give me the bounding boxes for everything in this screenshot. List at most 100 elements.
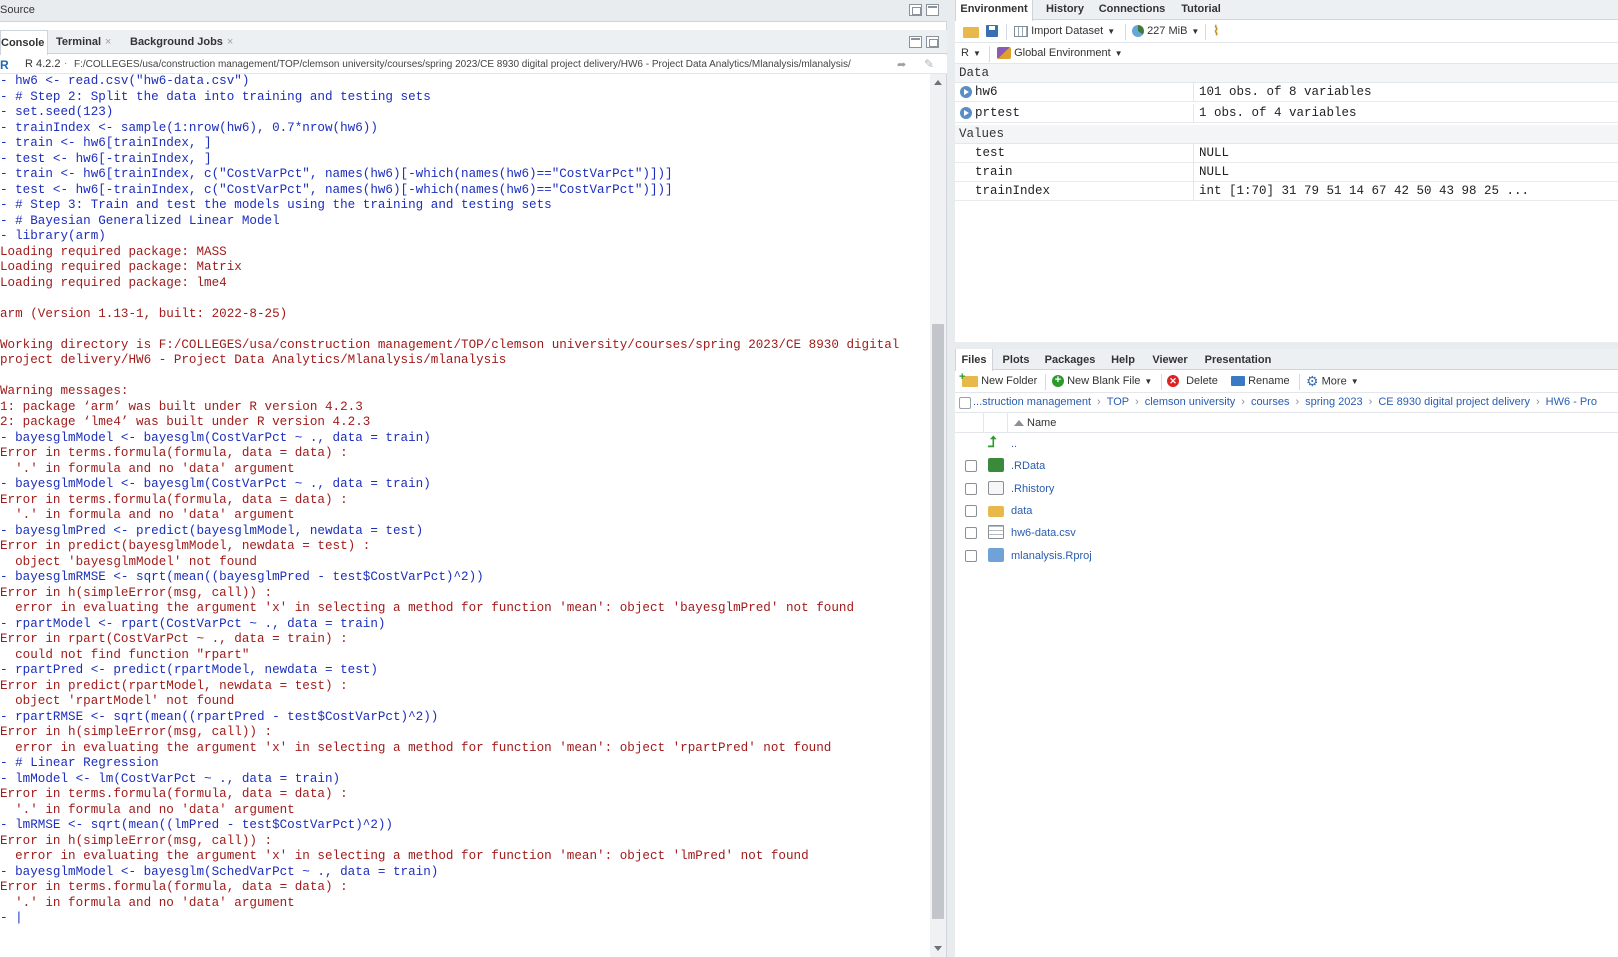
tab-connections[interactable]: Connections bbox=[1095, 0, 1169, 20]
horizontal-splitter[interactable] bbox=[955, 342, 1618, 349]
breadcrumb-item[interactable]: CE 8930 digital project delivery bbox=[1378, 396, 1530, 408]
console-output-line: could not find function "rpart" bbox=[0, 647, 250, 662]
tab-history[interactable]: History bbox=[1039, 0, 1091, 20]
more-label: More bbox=[1321, 375, 1347, 388]
console-output[interactable]: - hw6 <- read.csv("hw6-data.csv") - # Ste… bbox=[0, 74, 930, 957]
expand-icon[interactable] bbox=[960, 107, 972, 119]
file-name-link[interactable]: mlanalysis.Rproj bbox=[1011, 550, 1092, 562]
select-all-checkbox[interactable] bbox=[959, 397, 971, 409]
new-blank-file-button[interactable]: + New Blank File ▼ bbox=[1052, 375, 1152, 388]
name-column-header[interactable]: Name bbox=[1027, 417, 1056, 429]
list-item[interactable]: hw6-data.csv bbox=[955, 522, 1618, 544]
console-output-line: arm (Version 1.13-1, built: 2022-8-25) bbox=[0, 306, 288, 321]
file-checkbox[interactable] bbox=[965, 504, 977, 517]
close-tab-icon[interactable]: × bbox=[227, 36, 233, 48]
tab-background-jobs[interactable]: Background Jobs × bbox=[130, 30, 239, 54]
breadcrumb-item[interactable]: clemson university bbox=[1145, 396, 1235, 408]
file-name-link[interactable]: hw6-data.csv bbox=[1011, 527, 1076, 539]
chevron-right-icon: › bbox=[1241, 396, 1245, 408]
tab-viewer[interactable]: Viewer bbox=[1147, 349, 1193, 370]
source-pane-label: Source bbox=[0, 4, 35, 16]
language-label: R bbox=[961, 47, 969, 59]
console-command-line: - bayesglmRMSE <- sqrt(mean((bayesglmPre… bbox=[0, 570, 484, 584]
file-checkbox[interactable] bbox=[965, 549, 977, 562]
table-row[interactable]: prtest 1 obs. of 4 variables bbox=[955, 104, 1618, 123]
file-checkbox[interactable] bbox=[965, 482, 977, 495]
table-row[interactable]: trainIndex int [1:70] 31 79 51 14 67 42 … bbox=[955, 182, 1618, 201]
list-item[interactable]: ⮥.. bbox=[955, 433, 1618, 455]
console-output-line: object 'bayesglmModel' not found bbox=[0, 554, 257, 569]
list-item[interactable]: data bbox=[955, 500, 1618, 522]
console-scrollbar[interactable] bbox=[930, 74, 946, 957]
clear-workspace-button[interactable]: ⌇ bbox=[1213, 23, 1219, 39]
list-item[interactable]: .RData bbox=[955, 455, 1618, 477]
environment-scope-select[interactable]: Global Environment ▼ bbox=[997, 47, 1123, 60]
breadcrumb-item[interactable]: TOP bbox=[1107, 396, 1129, 408]
new-folder-button[interactable]: New Folder bbox=[959, 371, 1037, 387]
console-command-line: - hw6 <- read.csv("hw6-data.csv") bbox=[0, 74, 250, 88]
chevron-right-icon: › bbox=[1535, 396, 1540, 408]
file-checkbox[interactable] bbox=[965, 460, 977, 473]
language-select[interactable]: R ▼ bbox=[961, 47, 981, 59]
table-row[interactable]: test NULL bbox=[955, 144, 1618, 163]
import-dataset-button[interactable]: Import Dataset ▼ bbox=[1014, 25, 1115, 37]
load-workspace-button[interactable] bbox=[963, 26, 979, 38]
console-command-line: - | bbox=[0, 911, 23, 925]
delete-button[interactable]: ✕ Delete bbox=[1167, 375, 1218, 388]
table-row[interactable]: hw6 101 obs. of 8 variables bbox=[955, 83, 1618, 102]
close-tab-icon[interactable]: × bbox=[105, 36, 111, 48]
file-name-link[interactable]: .RData bbox=[1011, 460, 1045, 472]
restore-pane-icon[interactable] bbox=[909, 4, 922, 16]
console-command-line: - # Bayesian Generalized Linear Model bbox=[0, 213, 280, 228]
maximize-pane-icon[interactable] bbox=[926, 4, 939, 16]
file-name-link[interactable]: .Rhistory bbox=[1011, 483, 1054, 495]
list-item[interactable]: .Rhistory bbox=[955, 478, 1618, 500]
tab-environment[interactable]: Environment bbox=[955, 0, 1033, 21]
variable-value: 101 obs. of 8 variables bbox=[1199, 85, 1372, 99]
more-button[interactable]: ⚙ More ▼ bbox=[1306, 373, 1359, 390]
file-name-link[interactable]: .. bbox=[1011, 438, 1017, 450]
sort-ascending-icon[interactable] bbox=[1014, 420, 1024, 426]
variable-value: int [1:70] 31 79 51 14 67 42 50 43 98 25… bbox=[1199, 184, 1530, 198]
file-name-link[interactable]: data bbox=[1011, 505, 1032, 517]
console-output-line: Error in terms.formula(formula, data = d… bbox=[0, 880, 348, 894]
tab-files[interactable]: Files bbox=[955, 349, 993, 371]
breadcrumb-item[interactable]: spring 2023 bbox=[1305, 396, 1363, 408]
memory-pie-icon bbox=[1132, 25, 1144, 38]
vertical-splitter[interactable] bbox=[947, 0, 955, 957]
environment-icon bbox=[997, 47, 1011, 60]
breadcrumb-item[interactable]: HW6 - Pro bbox=[1546, 396, 1597, 408]
table-row[interactable]: train NULL bbox=[955, 163, 1618, 182]
tab-packages[interactable]: Packages bbox=[1041, 349, 1099, 370]
tab-console[interactable]: Console bbox=[0, 30, 48, 55]
tab-plots[interactable]: Plots bbox=[999, 349, 1033, 370]
import-dataset-label: Import Dataset bbox=[1031, 25, 1104, 37]
working-directory-path[interactable]: F:/COLLEGES/usa/construction management/… bbox=[74, 59, 851, 70]
minimize-pane-icon[interactable] bbox=[909, 36, 922, 48]
scrollbar-thumb[interactable] bbox=[932, 324, 944, 919]
delete-icon: ✕ bbox=[1167, 375, 1179, 388]
expand-icon[interactable] bbox=[960, 86, 972, 98]
tab-help[interactable]: Help bbox=[1107, 349, 1139, 370]
rename-button[interactable]: Rename bbox=[1231, 375, 1290, 387]
console-command-line: - lmRMSE <- sqrt(mean((lmPred - test$Cos… bbox=[0, 818, 393, 832]
file-checkbox[interactable] bbox=[965, 527, 977, 540]
restore-pane-icon[interactable] bbox=[926, 36, 939, 48]
tab-tutorial[interactable]: Tutorial bbox=[1173, 0, 1229, 20]
tab-terminal[interactable]: Terminal × bbox=[56, 30, 117, 54]
list-item[interactable]: mlanalysis.Rproj bbox=[955, 545, 1618, 567]
console-command-line: - rpartModel <- rpart(CostVarPct ~ ., da… bbox=[0, 616, 386, 631]
breadcrumb-item[interactable]: courses bbox=[1251, 396, 1290, 408]
scroll-down-icon[interactable] bbox=[934, 946, 942, 951]
scroll-up-icon[interactable] bbox=[934, 80, 942, 85]
console-command-line: - bayesglmModel <- bayesglm(CostVarPct ~… bbox=[0, 430, 431, 445]
memory-usage-button[interactable]: 227 MiB ▼ bbox=[1132, 25, 1199, 38]
go-to-directory-icon[interactable]: ➦ bbox=[897, 58, 906, 71]
console-output-line: error in evaluating the argument 'x' in … bbox=[0, 601, 854, 615]
console-output-line: Error in rpart(CostVarPct ~ ., data = tr… bbox=[0, 632, 348, 646]
tab-presentation[interactable]: Presentation bbox=[1201, 349, 1275, 370]
breadcrumb-item[interactable]: ...struction management bbox=[973, 396, 1091, 408]
save-workspace-button[interactable] bbox=[986, 25, 998, 38]
console-output-line: '.' in formula and no 'data' argument bbox=[0, 461, 295, 476]
clear-console-icon[interactable]: ✎ bbox=[924, 57, 934, 71]
